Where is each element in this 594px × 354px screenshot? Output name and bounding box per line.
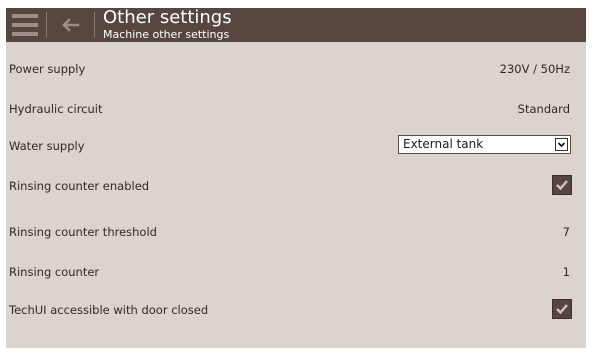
water-supply-label: Water supply bbox=[9, 139, 85, 153]
setting-row-hydraulic-circuit: Hydraulic circuit Standard bbox=[6, 99, 586, 119]
setting-row-techui-door-closed: TechUI accessible with door closed bbox=[6, 299, 586, 320]
setting-row-rinsing-counter: Rinsing counter 1 bbox=[6, 262, 586, 282]
rinsing-counter-threshold-value[interactable]: 7 bbox=[563, 222, 570, 242]
rinsing-counter-value: 1 bbox=[562, 265, 570, 279]
page-subtitle: Machine other settings bbox=[103, 28, 230, 41]
setting-row-rinsing-counter-enabled: Rinsing counter enabled bbox=[6, 175, 586, 196]
techui-door-closed-label: TechUI accessible with door closed bbox=[9, 303, 209, 317]
divider bbox=[46, 12, 47, 38]
divider bbox=[94, 12, 95, 38]
chevron-down-icon[interactable] bbox=[555, 138, 568, 151]
setting-row-rinsing-counter-threshold: Rinsing counter threshold 7 bbox=[6, 222, 586, 242]
techui-door-closed-checkbox[interactable] bbox=[552, 299, 572, 319]
water-supply-selected: External tank bbox=[403, 137, 484, 151]
hamburger-menu-icon[interactable] bbox=[12, 12, 38, 38]
water-supply-dropdown[interactable]: External tank bbox=[398, 135, 571, 154]
setting-row-water-supply: Water supply External tank bbox=[6, 135, 586, 156]
setting-row-power-supply: Power supply 230V / 50Hz bbox=[6, 59, 586, 79]
rinsing-counter-enabled-label: Rinsing counter enabled bbox=[9, 179, 150, 193]
rinsing-counter-label: Rinsing counter bbox=[9, 265, 100, 279]
back-arrow-icon[interactable] bbox=[58, 13, 82, 37]
hydraulic-circuit-label: Hydraulic circuit bbox=[9, 102, 103, 116]
settings-screen: Other settings Machine other settings Po… bbox=[6, 8, 586, 348]
hydraulic-circuit-value: Standard bbox=[517, 102, 570, 116]
rinsing-counter-enabled-checkbox[interactable] bbox=[552, 175, 572, 195]
page-title: Other settings bbox=[103, 7, 232, 28]
power-supply-label: Power supply bbox=[9, 62, 86, 76]
rinsing-counter-threshold-label: Rinsing counter threshold bbox=[9, 225, 157, 239]
checkmark-icon bbox=[556, 180, 568, 191]
power-supply-value: 230V / 50Hz bbox=[499, 62, 570, 76]
checkmark-icon bbox=[556, 304, 568, 315]
top-bar: Other settings Machine other settings bbox=[6, 8, 586, 42]
